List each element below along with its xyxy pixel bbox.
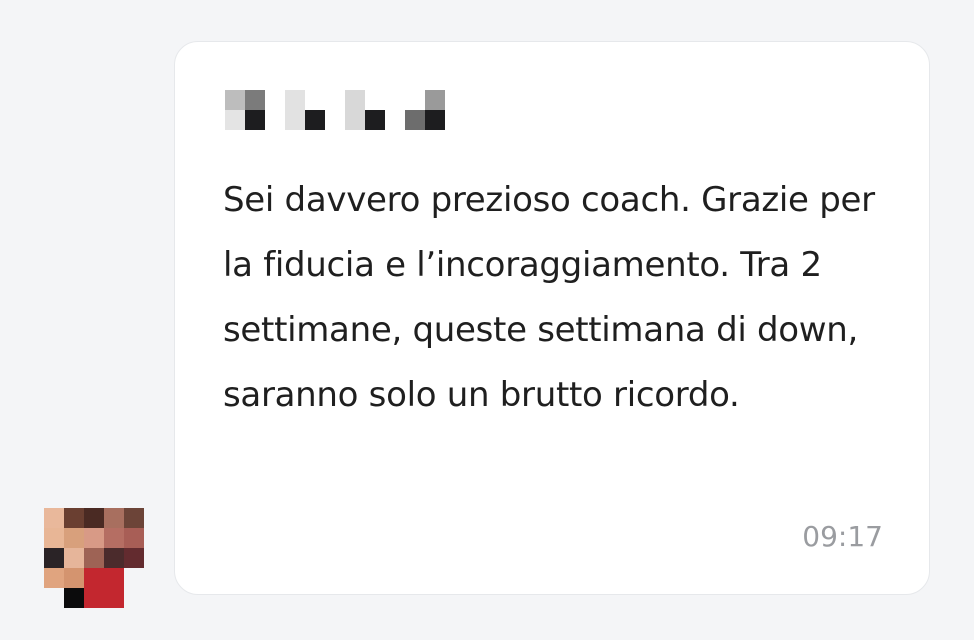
redacted-glyph — [345, 90, 385, 130]
sender-name-redacted — [225, 90, 445, 130]
redacted-glyph — [285, 90, 325, 130]
avatar[interactable] — [44, 508, 144, 608]
message-bubble[interactable]: Sei davvero prezioso coach. Grazie per l… — [174, 41, 930, 595]
redacted-glyph — [225, 90, 265, 130]
chat-area: Sei davvero prezioso coach. Grazie per l… — [0, 0, 974, 640]
message-text: Sei davvero prezioso coach. Grazie per l… — [223, 180, 875, 415]
redacted-glyph — [405, 90, 445, 130]
message-timestamp: 09:17 — [802, 520, 883, 553]
